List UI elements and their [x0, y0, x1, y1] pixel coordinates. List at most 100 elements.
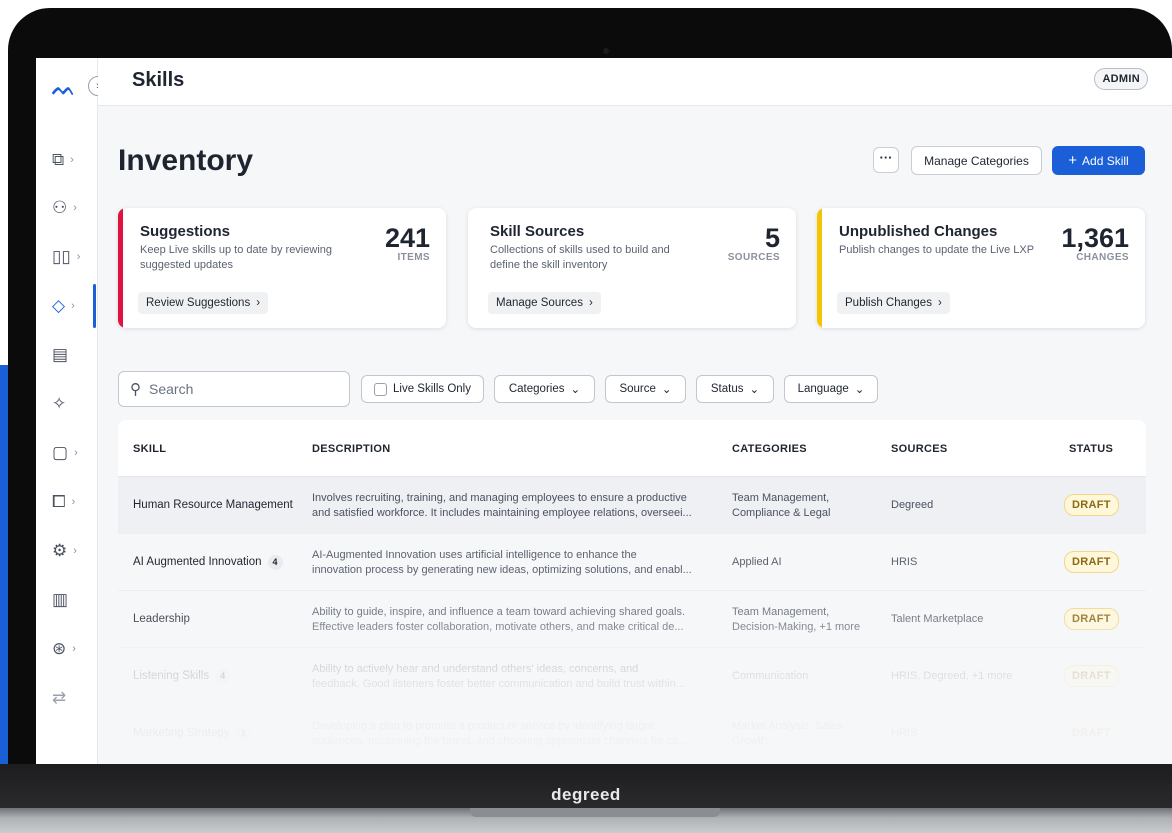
- rail-item-help[interactable]: ⊛ ›: [52, 636, 82, 662]
- description-line: Involves recruiting, training, and manag…: [312, 492, 687, 504]
- filter-label: Live Skills Only: [393, 383, 471, 395]
- review-suggestions-button[interactable]: Review Suggestions ›: [138, 292, 269, 314]
- card-title: Suggestions: [140, 223, 231, 240]
- count-badge: 4: [267, 555, 283, 570]
- sparkle-icon: ✧: [52, 394, 67, 413]
- card-title: Unpublished Changes: [839, 223, 998, 240]
- page-title: Inventory: [118, 144, 254, 177]
- rail-item-organization[interactable]: ▥: [52, 587, 82, 613]
- skill-description: Developing a plan to promote a product o…: [312, 719, 687, 749]
- app-section-title: Skills: [132, 69, 185, 91]
- rail-item-integrations[interactable]: ⧠ ›: [52, 489, 82, 515]
- filter-label: Categories: [508, 383, 565, 395]
- card-action-label: Manage Sources: [496, 297, 583, 309]
- table-row[interactable]: AI Augmented Innovation 4 AI-Augmented In…: [118, 534, 1146, 591]
- manage-categories-button[interactable]: Manage Categories: [911, 146, 1042, 175]
- category-line: Growth: [732, 735, 768, 747]
- status-filter[interactable]: Status ⌄: [696, 375, 774, 403]
- source-filter[interactable]: Source ⌄: [605, 375, 686, 403]
- column-header-skill[interactable]: SKILL: [133, 443, 166, 455]
- skill-name[interactable]: Marketing Strategy 3: [133, 726, 251, 741]
- chevron-down-icon: ⌄: [854, 384, 865, 396]
- skill-label: Listening Skills: [133, 670, 210, 682]
- rail-item-ai[interactable]: ✧: [52, 391, 82, 417]
- live-skills-only-toggle[interactable]: Live Skills Only: [361, 375, 484, 403]
- suggestions-card: Suggestions Keep Live skills up to date …: [118, 208, 446, 328]
- column-header-sources[interactable]: SOURCES: [891, 443, 948, 455]
- card-unit: SOURCES: [727, 252, 780, 263]
- column-header-description[interactable]: DESCRIPTION: [312, 443, 390, 455]
- skill-name[interactable]: Human Resource Management: [133, 498, 293, 513]
- chevron-right-icon: ›: [72, 643, 76, 655]
- rail-item-marketplace[interactable]: ▤: [52, 342, 82, 368]
- skill-name[interactable]: AI Augmented Innovation 4: [133, 555, 283, 570]
- skill-label: Human Resource Management: [133, 499, 293, 511]
- chevron-down-icon: ⌄: [749, 384, 760, 396]
- add-skill-button[interactable]: + Add Skill: [1052, 146, 1145, 175]
- card-value: 241: [384, 223, 430, 253]
- rail-item-people[interactable]: ⚇ ›: [52, 195, 82, 221]
- rail-item-reports[interactable]: ▢ ›: [52, 440, 82, 466]
- chevron-down-icon: ⌄: [570, 384, 581, 396]
- admin-role-badge[interactable]: ADMIN: [1094, 68, 1148, 90]
- skill-sources: HRIS: [891, 727, 918, 739]
- swap-icon: ⇄: [52, 688, 67, 707]
- card-action-label: Review Suggestions: [146, 297, 251, 309]
- checkbox[interactable]: [374, 382, 388, 396]
- degreed-logo-icon[interactable]: ᨓ: [52, 78, 76, 101]
- categories-filter[interactable]: Categories ⌄: [494, 375, 595, 403]
- table-row[interactable]: Listening Skills 4 Ability to actively he…: [118, 648, 1146, 705]
- chevron-right-icon: ›: [73, 202, 77, 214]
- chevron-right-icon: ›: [937, 297, 942, 309]
- skill-name[interactable]: Listening Skills 4: [133, 669, 231, 684]
- skill-label: Leadership: [133, 613, 190, 625]
- skill-categories: Team Management, Decision-Making, +1 more: [732, 605, 860, 635]
- category-line: Team Management,: [732, 606, 830, 618]
- more-options-button[interactable]: ···: [873, 147, 899, 173]
- rail-item-switch[interactable]: ⇄: [52, 685, 82, 711]
- card-unit: ITEMS: [397, 252, 430, 263]
- category-line: Market Analysis, Sales: [732, 720, 843, 732]
- column-header-status[interactable]: STATUS: [1069, 443, 1113, 455]
- skill-name[interactable]: Leadership: [133, 612, 190, 627]
- card-description: Publish changes to update the Live LXP: [839, 244, 1035, 256]
- card-unit: CHANGES: [1076, 252, 1129, 263]
- status-badge: DRAFT: [1064, 722, 1119, 744]
- publish-changes-button[interactable]: Publish Changes ›: [837, 292, 950, 314]
- puzzle-icon: ⧠: [52, 492, 66, 511]
- chevron-right-icon: ›: [588, 297, 593, 309]
- status-badge: DRAFT: [1064, 494, 1119, 516]
- report-icon: ▢: [52, 443, 69, 462]
- language-filter[interactable]: Language ⌄: [784, 375, 878, 403]
- rail-item-settings[interactable]: ⚙ ›: [52, 538, 82, 564]
- search-input[interactable]: ⚲ Search: [118, 371, 350, 407]
- skill-sources-card: Skill Sources Collections of skills used…: [468, 208, 796, 328]
- description-line: Ability to actively hear and understand …: [312, 663, 639, 675]
- rail-item-analytics[interactable]: ⧉ ›: [52, 147, 82, 173]
- table-row[interactable]: Leadership Ability to guide, inspire, an…: [118, 591, 1146, 648]
- rail-item-content[interactable]: ▯▯ ›: [52, 244, 82, 270]
- skill-label: Marketing Strategy: [133, 727, 230, 739]
- chevron-right-icon: ›: [71, 300, 75, 312]
- card-value: 5: [764, 223, 780, 253]
- app-screen: ᨓ › ⧉› ⚇› ▯▯› ◇› ▤ ✧ ▢› ⧠› ⚙› ▥ ⊛› ⇄ Ski…: [36, 58, 1172, 764]
- skills-table: SKILL DESCRIPTION CATEGORIES SOURCES STA…: [118, 420, 1146, 762]
- settings-icon: ⚙: [52, 541, 68, 560]
- skill-categories: Communication: [732, 669, 808, 684]
- filter-label: Language: [797, 383, 849, 395]
- table-row[interactable]: Marketing Strategy 3 Developing a plan to…: [118, 705, 1146, 762]
- table-row[interactable]: Human Resource Management Involves recru…: [118, 477, 1146, 534]
- description-line: and satisfied workforce. It includes mai…: [312, 507, 692, 519]
- column-header-categories[interactable]: CATEGORIES: [732, 443, 807, 455]
- manage-sources-button[interactable]: Manage Sources ›: [488, 292, 601, 314]
- category-line: Decision-Making, +1 more: [732, 621, 861, 633]
- filter-label: Status: [710, 383, 744, 395]
- building-icon: ▥: [52, 590, 69, 609]
- skill-description: AI-Augmented Innovation uses artificial …: [312, 548, 692, 578]
- top-bar: Skills ADMIN: [98, 58, 1172, 106]
- skill-label: AI Augmented Innovation: [133, 556, 262, 568]
- skill-sources: HRIS: [891, 556, 918, 568]
- rail-item-skills[interactable]: ◇ ›: [52, 293, 82, 319]
- description-line: audiences, positioning the brand, and ch…: [312, 735, 688, 747]
- category-line: Applied AI: [732, 556, 782, 568]
